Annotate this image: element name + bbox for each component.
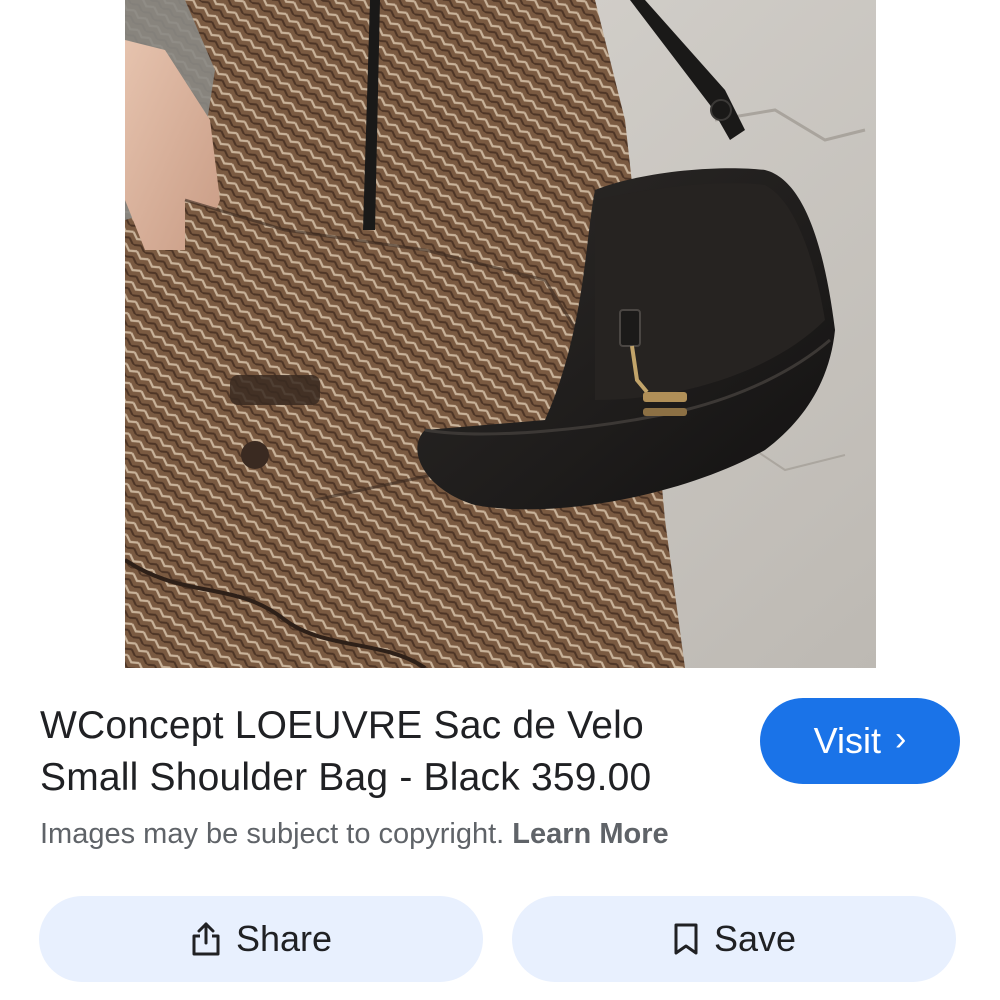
chevron-right-icon: › — [895, 720, 907, 758]
learn-more-link[interactable]: Learn More — [512, 818, 668, 850]
image-result-viewer: WConcept LOEUVRE Sac de Velo Small Shoul… — [0, 0, 1000, 1000]
product-image[interactable] — [125, 0, 876, 668]
product-title-line-1: WConcept LOEUVRE Sac de Velo — [40, 704, 644, 747]
save-button[interactable]: Save — [512, 896, 956, 982]
share-button[interactable]: Share — [39, 896, 483, 982]
product-photo — [125, 0, 876, 668]
share-button-label: Share — [235, 918, 333, 959]
save-button-label: Save — [713, 918, 797, 959]
bookmark-icon — [674, 923, 698, 955]
copyright-text: Images may be subject to copyright. — [40, 818, 505, 850]
copyright-notice: Images may be subject to copyright. Lear… — [40, 818, 669, 851]
visit-button-label: Visit — [813, 720, 882, 761]
product-title-line-2: Small Shoulder Bag - Black 359.00 — [40, 756, 652, 799]
share-icon — [192, 922, 220, 956]
product-title[interactable]: WConcept LOEUVRE Sac de Velo Small Shoul… — [40, 700, 740, 804]
visit-button[interactable]: Visit › — [760, 698, 960, 784]
